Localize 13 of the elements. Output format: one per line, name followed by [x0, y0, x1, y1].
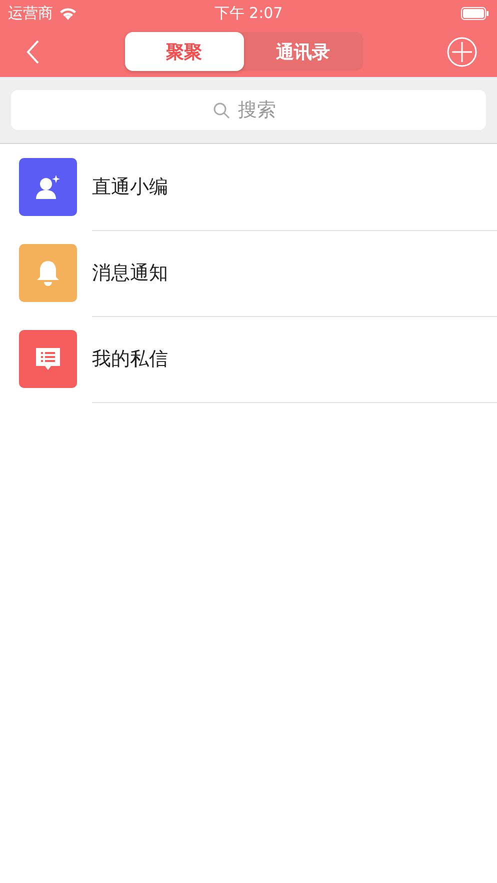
search-icon: [213, 102, 230, 118]
wifi-icon: [59, 6, 77, 20]
message-icon: [34, 346, 62, 372]
list-item-label[interactable]: 直通小编: [92, 174, 168, 200]
tab[interactable]: 聚聚: [124, 32, 244, 71]
back-icon[interactable]: [26, 40, 40, 64]
add-icon[interactable]: [447, 36, 477, 66]
status-time: 下午 2:07: [214, 4, 283, 22]
list-item-label[interactable]: 我的私信: [92, 346, 168, 372]
bell-icon: [35, 259, 61, 287]
battery-icon: [461, 6, 489, 20]
carrier-name: 运营商: [8, 4, 53, 22]
list-item-label[interactable]: 消息通知: [92, 260, 168, 286]
